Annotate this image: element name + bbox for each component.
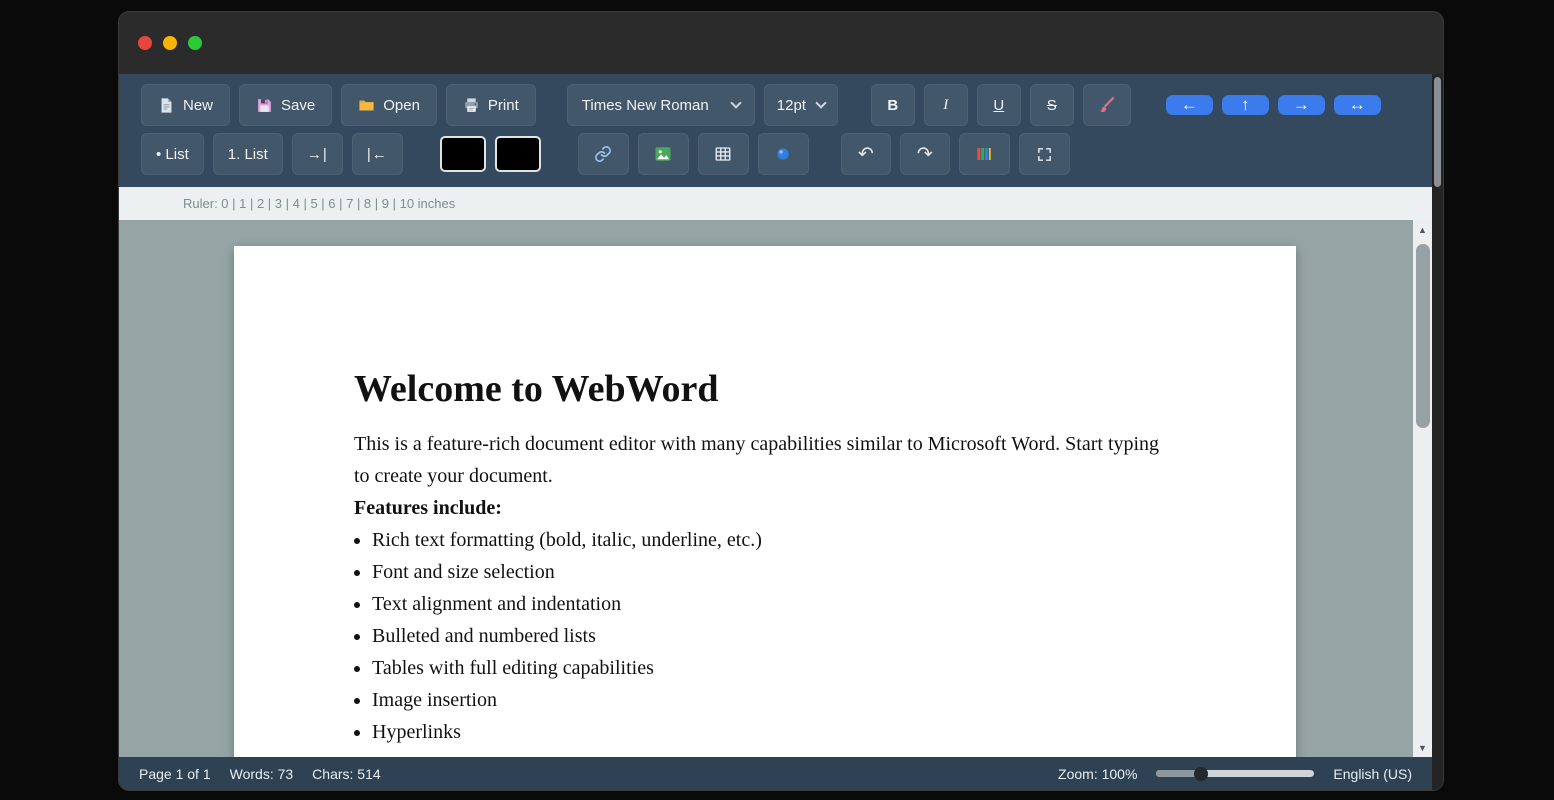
list-item: Image insertion <box>372 684 1176 716</box>
fullscreen-icon <box>1036 146 1053 163</box>
save-icon <box>256 97 273 114</box>
print-button-label: Print <box>487 96 519 114</box>
bold-button[interactable]: B <box>870 84 915 126</box>
color-palette-button[interactable] <box>958 133 1010 175</box>
list-item: Text alignment and indentation <box>372 588 1176 620</box>
app-window: New Save Open Print Times New Roman 12pt… <box>119 12 1443 790</box>
document-page[interactable]: Welcome to WebWord This is a feature-ric… <box>234 246 1296 757</box>
list-item: Bulleted and numbered lists <box>372 620 1176 652</box>
zoom-slider-track[interactable] <box>1156 770 1315 777</box>
maximize-window-button[interactable] <box>188 36 202 50</box>
chevron-down-icon <box>815 97 827 109</box>
numbered-list-button[interactable]: 1. List <box>212 133 283 175</box>
bullet-list-button[interactable]: • List <box>141 133 204 175</box>
list-item: Hyperlinks <box>372 716 1176 748</box>
window-content: New Save Open Print Times New Roman 12pt… <box>119 74 1443 790</box>
document-scrollbar-thumb[interactable] <box>1415 244 1430 428</box>
open-folder-icon <box>358 97 375 114</box>
zoom-slider-thumb[interactable] <box>1193 766 1208 781</box>
insert-link-button[interactable] <box>577 133 629 175</box>
toolbar-row-1: New Save Open Print Times New Roman 12pt… <box>141 84 1410 126</box>
scroll-up-arrow-icon[interactable]: ▲ <box>1413 220 1432 239</box>
word-count: Words: 73 <box>229 765 294 782</box>
zoom-level: Zoom: 100% <box>1058 765 1138 782</box>
window-scrollbar-thumb[interactable] <box>1434 77 1441 187</box>
insert-image-button[interactable] <box>637 133 689 175</box>
char-count: Chars: 514 <box>312 765 381 782</box>
justify-button[interactable]: ↔ <box>1333 95 1381 115</box>
doc-body: This is a feature-rich document editor w… <box>354 428 1176 748</box>
list-item: Tables with full editing capabilities <box>372 652 1176 684</box>
save-button[interactable]: Save <box>239 84 333 126</box>
doc-heading: Welcome to WebWord <box>354 368 719 410</box>
strikethrough-button[interactable]: S <box>1029 84 1074 126</box>
document-scrollbar[interactable]: ▲ ▼ <box>1413 220 1432 757</box>
align-center-button[interactable]: ↑ <box>1221 95 1269 115</box>
print-button[interactable]: Print <box>445 84 536 126</box>
window-titlebar <box>119 12 1443 74</box>
open-button[interactable]: Open <box>341 84 437 126</box>
doc-intro-paragraph: This is a feature-rich document editor w… <box>354 432 1160 487</box>
list-item: Rich text formatting (bold, italic, unde… <box>372 524 1176 556</box>
outdent-button[interactable]: |← <box>351 133 403 175</box>
new-document-icon <box>158 97 175 114</box>
editor-column: New Save Open Print Times New Roman 12pt… <box>119 74 1432 790</box>
window-scrollbar[interactable] <box>1432 74 1443 790</box>
save-button-label: Save <box>281 96 316 114</box>
italic-button[interactable]: I <box>923 84 968 126</box>
undo-button[interactable]: ↶ <box>840 133 891 175</box>
ruler-text: Ruler: 0 | 1 | 2 | 3 | 4 | 5 | 6 | 7 | 8… <box>183 196 456 211</box>
minimize-window-button[interactable] <box>163 36 177 50</box>
toolbar: New Save Open Print Times New Roman 12pt… <box>119 74 1432 187</box>
close-window-button[interactable] <box>138 36 152 50</box>
link-icon <box>594 145 612 163</box>
insert-symbol-button[interactable] <box>757 133 809 175</box>
underline-button[interactable]: U <box>976 84 1021 126</box>
align-right-button[interactable]: → <box>1277 95 1325 115</box>
new-document-button[interactable]: New <box>141 84 231 126</box>
new-button-label: New <box>183 96 214 114</box>
color-palette-icon <box>975 145 993 163</box>
open-button-label: Open <box>383 96 420 114</box>
doc-feature-list: Rich text formatting (bold, italic, unde… <box>354 524 1176 748</box>
redo-button[interactable]: ↷ <box>899 133 950 175</box>
indent-button[interactable]: →| <box>291 133 343 175</box>
text-color-swatch[interactable] <box>439 136 486 172</box>
align-left-button[interactable]: ← <box>1165 95 1213 115</box>
font-size-value: 12pt <box>776 96 806 114</box>
fullscreen-button[interactable] <box>1018 133 1070 175</box>
font-family-value: Times New Roman <box>581 96 709 114</box>
list-item: Font and size selection <box>372 556 1176 588</box>
toolbar-row-2: • List 1. List →| |← ↶ ↷ <box>141 133 1410 175</box>
print-icon <box>463 97 480 114</box>
table-icon <box>714 145 732 163</box>
blue-sphere-icon <box>774 145 792 163</box>
format-painter-button[interactable] <box>1082 84 1131 126</box>
zoom-slider[interactable] <box>1156 766 1315 781</box>
paintbrush-icon <box>1098 96 1116 114</box>
chevron-down-icon <box>730 97 742 109</box>
insert-table-button[interactable] <box>697 133 749 175</box>
document-canvas: Welcome to WebWord This is a feature-ric… <box>119 220 1432 757</box>
font-size-select[interactable]: 12pt <box>763 84 838 126</box>
image-icon <box>654 145 672 163</box>
font-family-select[interactable]: Times New Roman <box>566 84 755 126</box>
highlight-color-swatch[interactable] <box>494 136 541 172</box>
status-bar: Page 1 of 1 Words: 73 Chars: 514 Zoom: 1… <box>119 757 1432 790</box>
page-count: Page 1 of 1 <box>139 765 211 782</box>
ruler: Ruler: 0 | 1 | 2 | 3 | 4 | 5 | 6 | 7 | 8… <box>119 187 1432 220</box>
scroll-down-arrow-icon[interactable]: ▼ <box>1413 738 1432 757</box>
language-indicator: English (US) <box>1333 765 1412 782</box>
doc-features-heading: Features include: <box>354 496 502 519</box>
